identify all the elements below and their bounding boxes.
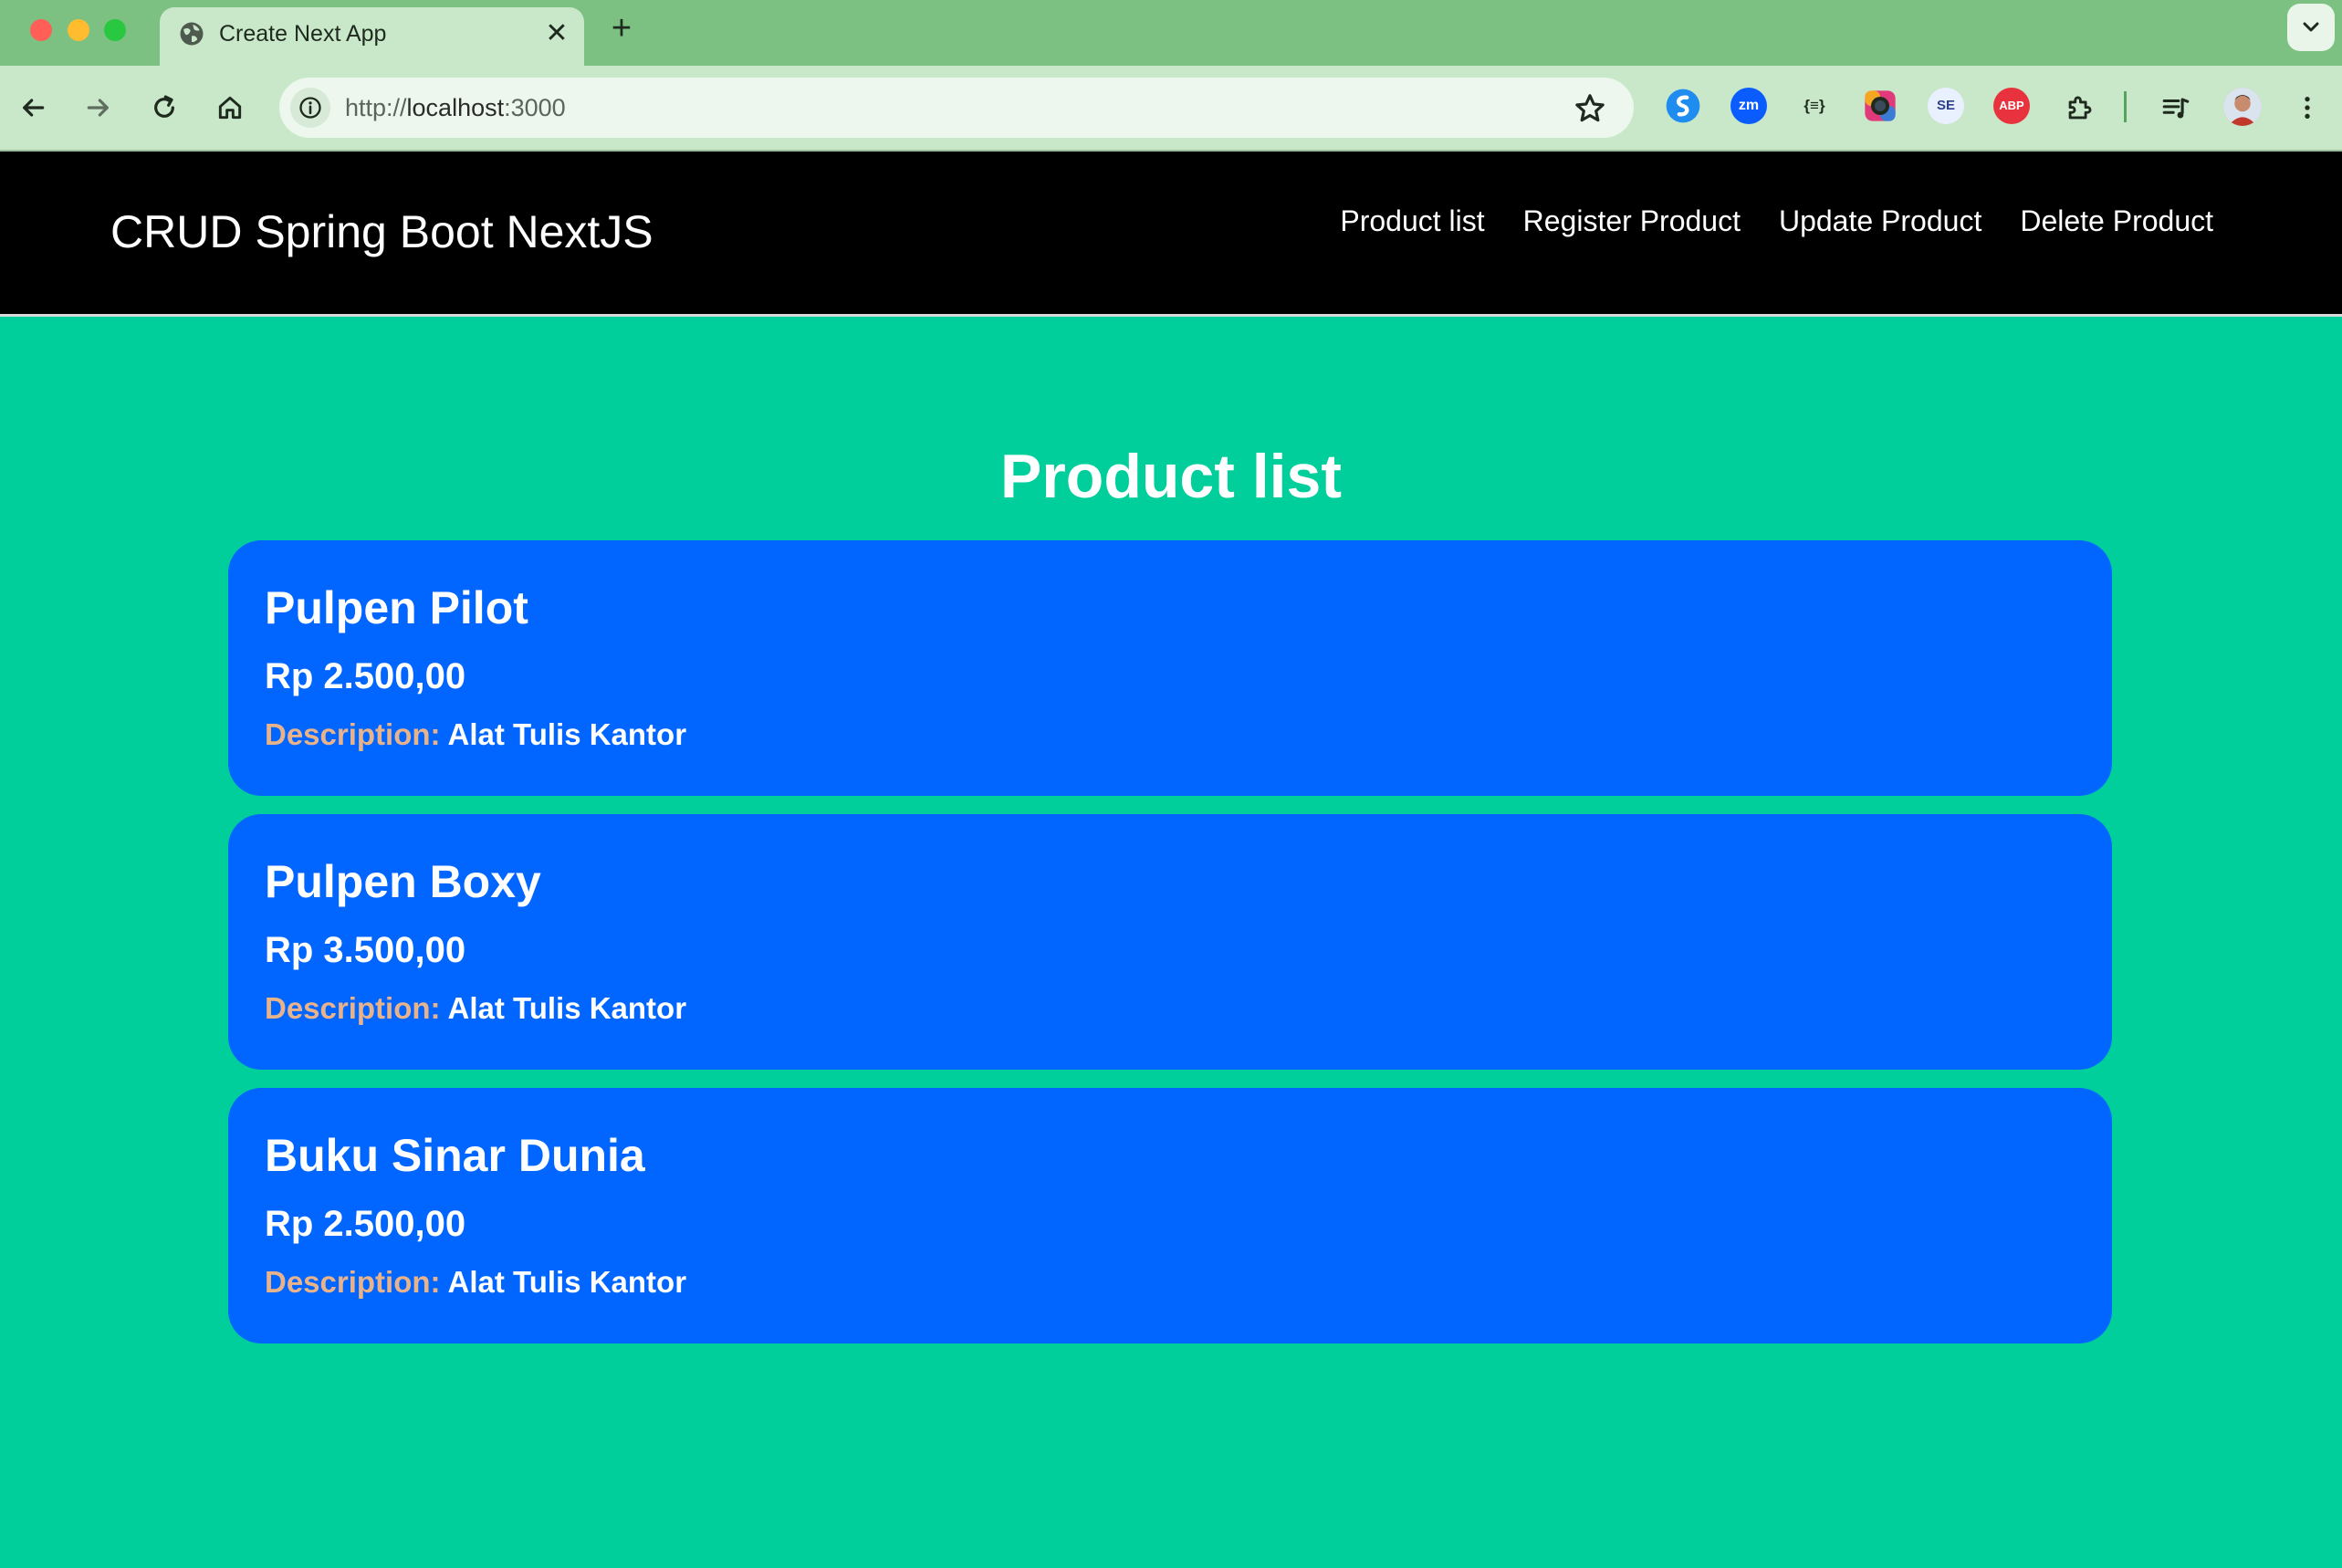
tab-title: Create Next App bbox=[219, 21, 387, 47]
site-header: CRUD Spring Boot NextJS Product list Reg… bbox=[0, 152, 2342, 317]
site-info-button[interactable] bbox=[290, 88, 330, 128]
product-card: Pulpen Pilot Rp 2.500,00 Description: Al… bbox=[228, 540, 2112, 796]
product-price: Rp 2.500,00 bbox=[265, 1204, 466, 1244]
avatar-image bbox=[2223, 88, 2262, 126]
new-tab-button[interactable]: + bbox=[604, 11, 639, 46]
globe-icon bbox=[180, 22, 204, 46]
json-formatter-extension-icon[interactable]: {≡} bbox=[1796, 88, 1833, 124]
puzzle-icon bbox=[2068, 96, 2092, 120]
nav-delete-product[interactable]: Delete Product bbox=[2020, 203, 2213, 239]
window-close-button[interactable] bbox=[30, 19, 52, 41]
forward-button[interactable] bbox=[78, 88, 119, 128]
product-list: Pulpen Pilot Rp 2.500,00 Description: Al… bbox=[228, 540, 2112, 1362]
playlist-music-icon bbox=[2162, 98, 2190, 119]
extensions-menu-button[interactable] bbox=[2059, 88, 2099, 128]
description-label: Description: bbox=[265, 717, 441, 751]
browser-menu-button[interactable] bbox=[2287, 88, 2327, 128]
product-name: Pulpen Boxy bbox=[265, 856, 541, 907]
toolbar-divider bbox=[2124, 91, 2127, 122]
color-ring-icon bbox=[1865, 90, 1896, 121]
arrow-right-icon bbox=[87, 99, 109, 117]
info-icon bbox=[299, 97, 321, 119]
product-description: Description: Alat Tulis Kantor bbox=[265, 716, 686, 754]
close-tab-icon[interactable]: ✕ bbox=[541, 18, 572, 49]
nav-product-list[interactable]: Product list bbox=[1340, 203, 1484, 239]
product-card: Pulpen Boxy Rp 3.500,00 Description: Ala… bbox=[228, 814, 2112, 1070]
product-description: Description: Alat Tulis Kantor bbox=[265, 989, 686, 1028]
home-button[interactable] bbox=[210, 88, 250, 128]
chevron-down-icon bbox=[2303, 22, 2319, 32]
description-label: Description: bbox=[265, 991, 441, 1025]
shazam-icon bbox=[1666, 89, 1700, 123]
page-viewport: CRUD Spring Boot NextJS Product list Reg… bbox=[0, 152, 2342, 1568]
reload-icon bbox=[154, 95, 174, 118]
tab-strip: Create Next App ✕ + bbox=[0, 0, 2342, 66]
window-maximize-button[interactable] bbox=[104, 19, 126, 41]
media-control-button[interactable] bbox=[2156, 88, 2196, 128]
url-scheme: http:// bbox=[345, 94, 407, 121]
product-price: Rp 2.500,00 bbox=[265, 656, 466, 696]
adblock-plus-extension-icon[interactable]: ABP bbox=[1993, 88, 2030, 124]
more-vertical-icon bbox=[2305, 97, 2310, 119]
page-title: Product list bbox=[999, 442, 1343, 511]
description-value: Alat Tulis Kantor bbox=[447, 1265, 687, 1299]
product-card: Buku Sinar Dunia Rp 2.500,00 Description… bbox=[228, 1088, 2112, 1343]
reload-button[interactable] bbox=[144, 88, 184, 128]
description-value: Alat Tulis Kantor bbox=[447, 991, 687, 1025]
shazam-extension-icon[interactable] bbox=[1665, 88, 1701, 124]
url-text[interactable]: http://localhost:3000 bbox=[345, 92, 566, 123]
address-bar[interactable]: http://localhost:3000 bbox=[279, 78, 1634, 138]
browser-tab[interactable]: Create Next App ✕ bbox=[160, 7, 584, 66]
url-port: :3000 bbox=[504, 94, 566, 121]
browser-window: Create Next App ✕ + http://localhost:300… bbox=[0, 0, 2342, 1568]
description-value: Alat Tulis Kantor bbox=[447, 717, 687, 751]
url-host: localhost bbox=[406, 94, 505, 121]
description-label: Description: bbox=[265, 1265, 441, 1299]
back-button[interactable] bbox=[13, 88, 53, 128]
product-price: Rp 3.500,00 bbox=[265, 930, 466, 970]
nav-update-product[interactable]: Update Product bbox=[1779, 203, 1981, 239]
nav-register-product[interactable]: Register Product bbox=[1523, 203, 1741, 239]
bookmark-star-icon[interactable] bbox=[1572, 90, 1608, 127]
product-name: Buku Sinar Dunia bbox=[265, 1130, 645, 1181]
home-icon bbox=[218, 96, 242, 120]
product-name: Pulpen Pilot bbox=[265, 582, 528, 633]
window-minimize-button[interactable] bbox=[68, 19, 89, 41]
seo-extension-icon[interactable]: SE bbox=[1928, 88, 1964, 124]
main-nav: Product list Register Product Update Pro… bbox=[1340, 203, 2213, 239]
product-description: Description: Alat Tulis Kantor bbox=[265, 1263, 686, 1301]
zoom-extension-icon[interactable]: zm bbox=[1730, 88, 1767, 124]
profile-avatar[interactable] bbox=[2223, 88, 2262, 126]
tab-search-button[interactable] bbox=[2287, 4, 2335, 51]
color-picker-extension-icon[interactable] bbox=[1862, 88, 1898, 124]
site-brand[interactable]: CRUD Spring Boot NextJS bbox=[110, 204, 653, 259]
browser-toolbar: http://localhost:3000 zm {≡} SE ABP bbox=[0, 66, 2342, 152]
arrow-left-icon bbox=[23, 99, 45, 117]
